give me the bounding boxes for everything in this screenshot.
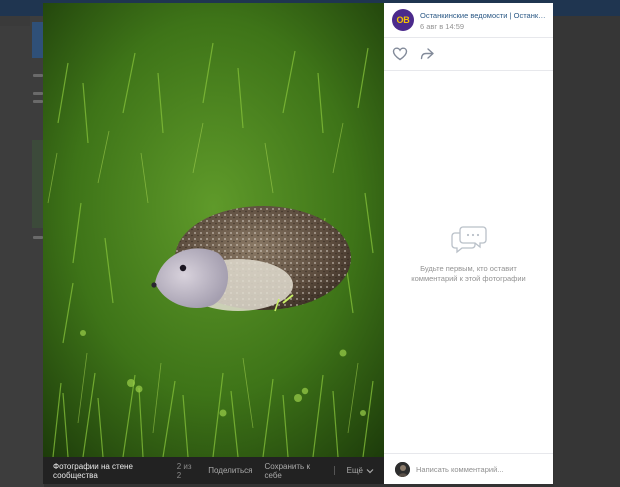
comment-composer [384, 453, 553, 484]
post-header: OB Останкинские ведомости | Останкино 6 … [384, 3, 553, 38]
post-date[interactable]: 6 авг в 14:59 [420, 22, 464, 31]
photo-info-bar: Фотографии на стене сообщества 2 из 2 По… [43, 457, 384, 484]
background-text [33, 100, 43, 103]
no-comments-text: Будьте первым, кто оставит комментарий к… [411, 264, 526, 283]
photo-counter: 2 из 2 [176, 461, 192, 480]
comments-bubble-icon [450, 226, 487, 254]
more-button[interactable]: Ещё [347, 466, 374, 475]
avatar-logo-text: OB [396, 15, 410, 25]
community-name-link[interactable]: Останкинские ведомости | Останкино [420, 11, 546, 20]
save-button[interactable]: Сохранить к себе [264, 462, 323, 480]
comment-input[interactable] [416, 462, 544, 477]
album-link[interactable]: Фотографии на стене сообщества [53, 462, 169, 480]
no-comments-placeholder: Будьте первым, кто оставит комментарий к… [384, 223, 553, 284]
user-avatar-image [395, 462, 410, 477]
divider [333, 466, 335, 475]
more-label: Ещё [346, 466, 363, 475]
like-heart-icon[interactable] [392, 46, 408, 62]
hedgehog-photo [43, 3, 384, 457]
comments-panel: OB Останкинские ведомости | Останкино 6 … [384, 3, 553, 484]
photo[interactable] [43, 3, 384, 457]
background-text [33, 92, 43, 95]
user-avatar [395, 462, 410, 477]
photo-actions [384, 38, 553, 71]
background-text [33, 236, 43, 239]
chevron-down-icon [366, 468, 374, 473]
background-block [0, 16, 30, 26]
background-left-column [0, 16, 44, 487]
background-text [33, 74, 43, 77]
share-arrow-icon[interactable] [419, 46, 435, 62]
share-button[interactable]: Поделиться [208, 466, 252, 475]
background-right-column [554, 16, 620, 487]
community-avatar[interactable]: OB [392, 9, 414, 31]
